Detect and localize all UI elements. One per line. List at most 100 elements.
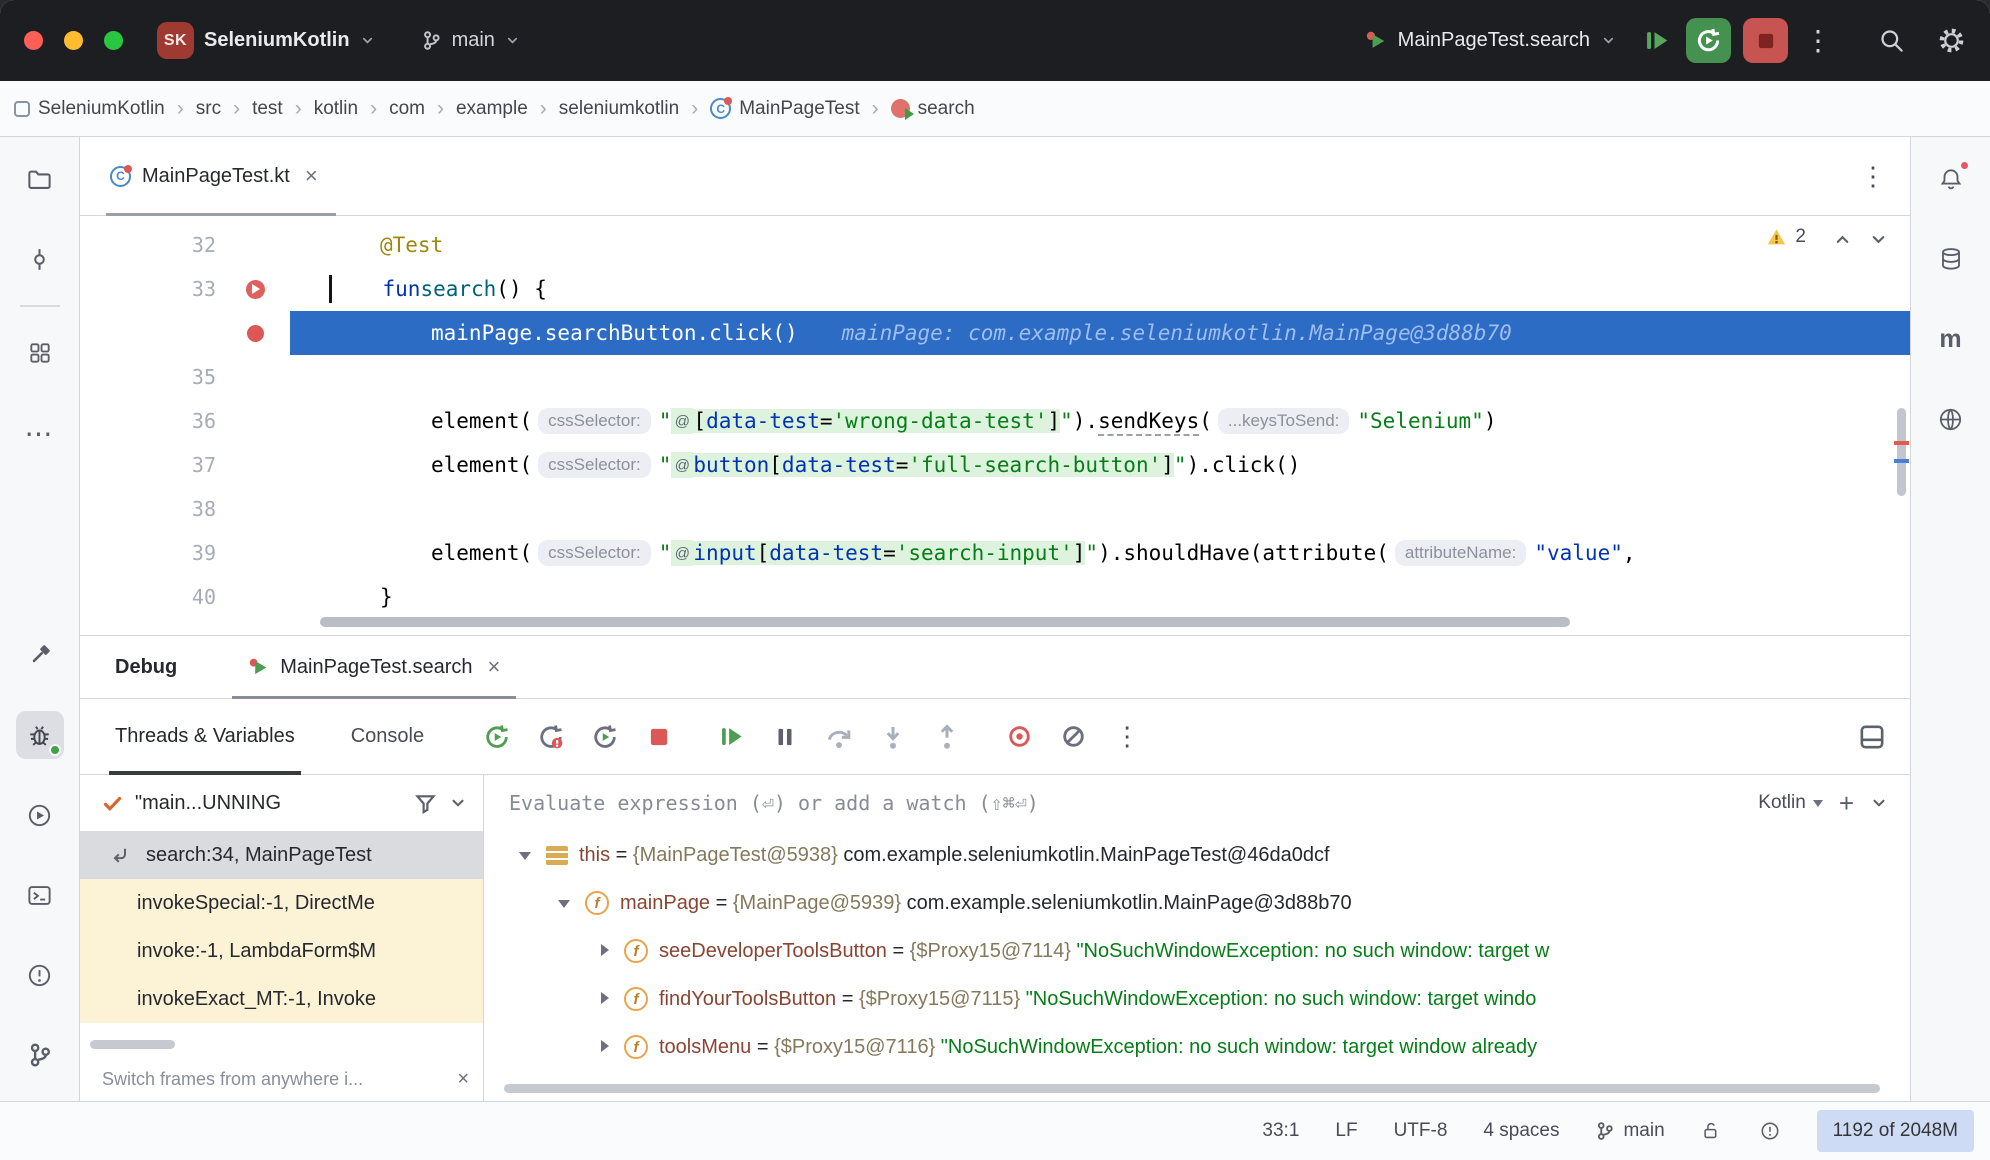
breadcrumb-item[interactable]: kotlin <box>314 98 358 120</box>
structure-tool-button[interactable] <box>16 329 64 377</box>
indent-widget[interactable]: 4 spaces <box>1483 1120 1559 1142</box>
breadcrumb-item[interactable]: seleniumkotlin <box>559 98 679 120</box>
line-number[interactable]: 37 <box>80 453 220 477</box>
step-out-icon[interactable] <box>932 722 962 752</box>
code-editor[interactable]: 32@Test33fun search() {mainPage.searchBu… <box>80 216 1910 635</box>
stop-and-rerun-icon[interactable] <box>590 722 620 752</box>
minimize-window-button[interactable] <box>64 31 83 50</box>
project-tool-button[interactable] <box>16 155 64 203</box>
line-number[interactable]: 39 <box>80 541 220 565</box>
breadcrumb-item[interactable]: src <box>196 98 221 120</box>
pause-icon[interactable] <box>770 722 800 752</box>
code-text[interactable]: mainPage.searchButton.click()mainPage: c… <box>290 311 1910 355</box>
evaluate-expression-input[interactable]: Evaluate expression (⏎) or add a watch (… <box>509 791 1742 815</box>
breakpoint-icon[interactable] <box>247 325 264 342</box>
services-tool-button[interactable] <box>16 791 64 839</box>
code-text[interactable]: fun search() { <box>290 267 1910 311</box>
debug-session-tab[interactable]: MainPageTest.search × <box>232 636 516 698</box>
dismiss-hint-icon[interactable]: × <box>457 1068 469 1091</box>
expand-node-icon[interactable] <box>596 991 612 1007</box>
memory-indicator[interactable]: 1192 of 2048M <box>1817 1110 1974 1152</box>
project-widget[interactable]: SK SeleniumKotlin <box>157 22 375 59</box>
settings-gear-icon[interactable] <box>1937 26 1966 55</box>
more-debugger-options-icon[interactable]: ⋮ <box>1112 722 1142 752</box>
expression-language-selector[interactable]: Kotlin <box>1758 792 1823 814</box>
code-text[interactable]: @Test <box>290 223 1910 267</box>
breadcrumb-item[interactable]: example <box>456 98 528 120</box>
endpoints-tool-button[interactable] <box>1927 395 1975 443</box>
editor-horizontal-scrollbar[interactable] <box>320 617 1570 627</box>
run-configuration-selector[interactable]: MainPageTest.search <box>1365 29 1616 52</box>
resume-icon[interactable] <box>716 722 746 752</box>
variable-row[interactable]: fmainPage = {MainPage@5939} com.example.… <box>484 879 1910 927</box>
filter-funnel-icon[interactable] <box>414 792 437 815</box>
maven-tool-button[interactable]: m <box>1927 315 1975 363</box>
breadcrumb-item[interactable]: com <box>389 98 425 120</box>
frame-row[interactable]: invoke:-1, LambdaForm$M <box>80 927 483 975</box>
evaluate-expression-bar[interactable]: Evaluate expression (⏎) or add a watch (… <box>484 775 1910 831</box>
run-test-gutter-icon[interactable] <box>246 280 265 299</box>
next-problem-icon[interactable] <box>1869 230 1888 249</box>
tab-console[interactable]: Console <box>345 699 430 774</box>
frame-row[interactable]: invokeExact_MT:-1, Invoke <box>80 975 483 1023</box>
breadcrumb-item[interactable]: search <box>891 98 975 120</box>
more-tool-windows-button[interactable]: ⋯ <box>16 409 64 457</box>
variables-horizontal-scrollbar[interactable] <box>504 1084 1880 1093</box>
database-tool-button[interactable] <box>1927 235 1975 283</box>
code-text[interactable] <box>290 355 1910 399</box>
build-tool-button[interactable] <box>16 631 64 679</box>
close-window-button[interactable] <box>24 31 43 50</box>
mute-breakpoints-icon[interactable] <box>1058 722 1088 752</box>
terminal-tool-button[interactable] <box>16 871 64 919</box>
stop-button[interactable] <box>1743 18 1788 63</box>
frames-horizontal-scrollbar[interactable] <box>90 1040 175 1049</box>
error-stripe-mark[interactable] <box>1894 441 1909 445</box>
more-actions-icon[interactable]: ⋮ <box>1800 23 1836 59</box>
zoom-window-button[interactable] <box>104 31 123 50</box>
line-separator-widget[interactable]: LF <box>1335 1120 1357 1142</box>
variable-row[interactable]: ffindYourToolsButton = {$Proxy15@7115} "… <box>484 975 1910 1023</box>
code-text[interactable] <box>290 487 1910 531</box>
debug-tool-button[interactable] <box>16 711 64 759</box>
editor-tab[interactable]: C MainPageTest.kt × <box>106 137 336 215</box>
code-text[interactable]: element(cssSelector: "[data-test='wrong-… <box>290 399 1910 443</box>
code-text[interactable]: } <box>290 575 1910 619</box>
writable-lock-icon[interactable] <box>1701 1120 1723 1142</box>
step-into-icon[interactable] <box>878 722 908 752</box>
previous-problem-icon[interactable] <box>1833 230 1852 249</box>
variable-row[interactable]: ftoolsMenu = {$Proxy15@7116} "NoSuchWind… <box>484 1023 1910 1071</box>
rerun-icon[interactable] <box>482 722 512 752</box>
collapse-node-icon[interactable] <box>557 895 573 911</box>
chevron-down-icon[interactable] <box>1870 794 1888 812</box>
breadcrumb-item[interactable]: SeleniumKotlin <box>14 98 165 120</box>
line-number[interactable]: 38 <box>80 497 220 521</box>
stop-debugger-icon[interactable] <box>644 722 674 752</box>
caret-position-widget[interactable]: 33:1 <box>1262 1120 1299 1142</box>
editor-vertical-scrollbar[interactable] <box>1897 408 1906 496</box>
rerun-debug-button[interactable] <box>1686 18 1731 63</box>
view-breakpoints-icon[interactable] <box>1004 722 1034 752</box>
gutter-icon-slot[interactable] <box>220 325 290 342</box>
close-tab-icon[interactable]: × <box>305 163 318 189</box>
line-number[interactable]: 32 <box>80 233 220 257</box>
commit-tool-button[interactable] <box>16 235 64 283</box>
gutter-icon-slot[interactable] <box>220 280 290 299</box>
notifications-button[interactable] <box>1927 155 1975 203</box>
line-number[interactable]: 35 <box>80 365 220 389</box>
thread-selector[interactable]: "main...UNNING <box>80 775 483 831</box>
version-control-tool-button[interactable] <box>16 1031 64 1079</box>
resume-program-icon[interactable] <box>1638 23 1674 59</box>
collapse-node-icon[interactable] <box>518 847 534 863</box>
tab-threads-variables[interactable]: Threads & Variables <box>109 699 301 774</box>
line-number[interactable]: 36 <box>80 409 220 433</box>
breadcrumb-item[interactable]: test <box>252 98 283 120</box>
layout-settings-icon[interactable] <box>1858 723 1886 751</box>
git-branch-widget[interactable]: main <box>1595 1120 1664 1142</box>
expand-node-icon[interactable] <box>596 1039 612 1055</box>
expand-node-icon[interactable] <box>596 943 612 959</box>
code-text[interactable]: element(cssSelector: "button[data-test='… <box>290 443 1910 487</box>
search-everywhere-icon[interactable] <box>1878 27 1905 54</box>
line-number[interactable]: 40 <box>80 585 220 609</box>
rerun-failed-tests-icon[interactable] <box>536 722 566 752</box>
frame-row[interactable]: invokeSpecial:-1, DirectMe <box>80 879 483 927</box>
